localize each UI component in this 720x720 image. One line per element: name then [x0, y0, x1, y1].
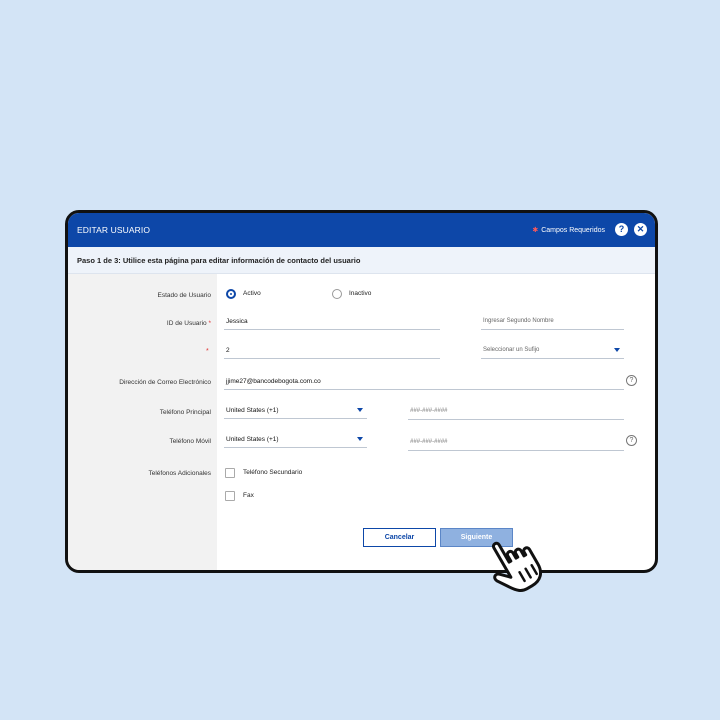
- additional-phones-label: Teléfonos Adicionales: [148, 470, 211, 477]
- phone-mobile-input[interactable]: ###-###-####: [408, 437, 624, 451]
- hand-pointer-icon: [491, 541, 543, 592]
- phone-main-country-select[interactable]: United States (+1): [224, 405, 367, 419]
- status-label: Estado de Usuario: [157, 292, 211, 299]
- chevron-down-icon: [357, 408, 363, 412]
- phone-mobile-label: Teléfono Móvil: [169, 438, 211, 445]
- last-name-value: 2: [226, 347, 230, 354]
- status-inactive-radio[interactable]: [332, 289, 342, 299]
- phone-main-input[interactable]: ###-###-####: [408, 406, 624, 420]
- secondary-phone-checkbox[interactable]: [225, 468, 235, 478]
- required-mark: *: [208, 320, 211, 327]
- required-mark-row3: *: [206, 348, 209, 355]
- help-button[interactable]: ?: [615, 223, 628, 236]
- fax-checkbox[interactable]: [225, 491, 235, 501]
- phone-main-country-value: United States (+1): [226, 407, 279, 414]
- step-banner: Paso 1 de 3: Utilice esta página para ed…: [68, 247, 655, 274]
- phone-mobile-placeholder: ###-###-####: [410, 439, 448, 445]
- user-id-label-text: ID de Usuario: [166, 320, 207, 327]
- close-button[interactable]: ✕: [634, 223, 647, 236]
- suffix-placeholder: Seleccionar un Sufijo: [483, 347, 540, 353]
- step-text: Paso 1 de 3: Utilice esta página para ed…: [77, 256, 361, 265]
- edit-user-dialog: EDITAR USUARIO ✱ Campos Requeridos ? ✕ Pa…: [65, 210, 658, 573]
- suffix-select[interactable]: Seleccionar un Sufijo: [481, 345, 624, 359]
- dialog-title: EDITAR USUARIO: [77, 225, 151, 235]
- label-column: [68, 274, 217, 570]
- chevron-down-icon: [614, 348, 620, 352]
- first-name-value: Jessica: [226, 318, 248, 325]
- fax-label: Fax: [243, 492, 254, 499]
- dialog-header: EDITAR USUARIO ✱ Campos Requeridos ? ✕: [68, 213, 655, 247]
- required-fields-label: Campos Requeridos: [541, 226, 605, 234]
- second-name-placeholder: Ingresar Segundo Nombre: [483, 318, 554, 324]
- phone-main-label: Teléfono Principal: [159, 409, 211, 416]
- chevron-down-icon: [357, 437, 363, 441]
- email-input[interactable]: jjime27@bancodebogota.com.co: [224, 376, 624, 390]
- status-active-radio[interactable]: [226, 289, 236, 299]
- first-name-input[interactable]: Jessica: [224, 316, 440, 330]
- phone-help-icon[interactable]: ?: [626, 435, 637, 446]
- status-active-label: Activo: [243, 290, 261, 297]
- phone-mobile-country-select[interactable]: United States (+1): [224, 434, 367, 448]
- email-label: Dirección de Correo Electrónico: [119, 379, 211, 386]
- required-star-icon: ✱: [532, 226, 539, 234]
- required-fields-note: ✱ Campos Requeridos: [532, 226, 605, 234]
- email-help-icon[interactable]: ?: [626, 375, 637, 386]
- status-inactive-label: Inactivo: [349, 290, 372, 297]
- last-name-input[interactable]: 2: [224, 345, 440, 359]
- cancel-button[interactable]: Cancelar: [363, 528, 436, 547]
- secondary-phone-label: Teléfono Secundario: [243, 469, 303, 476]
- phone-mobile-country-value: United States (+1): [226, 436, 279, 443]
- email-value: jjime27@bancodebogota.com.co: [226, 378, 321, 385]
- phone-main-placeholder: ###-###-####: [410, 408, 448, 414]
- user-id-label: ID de Usuario *: [167, 320, 211, 327]
- second-name-input[interactable]: Ingresar Segundo Nombre: [481, 316, 624, 330]
